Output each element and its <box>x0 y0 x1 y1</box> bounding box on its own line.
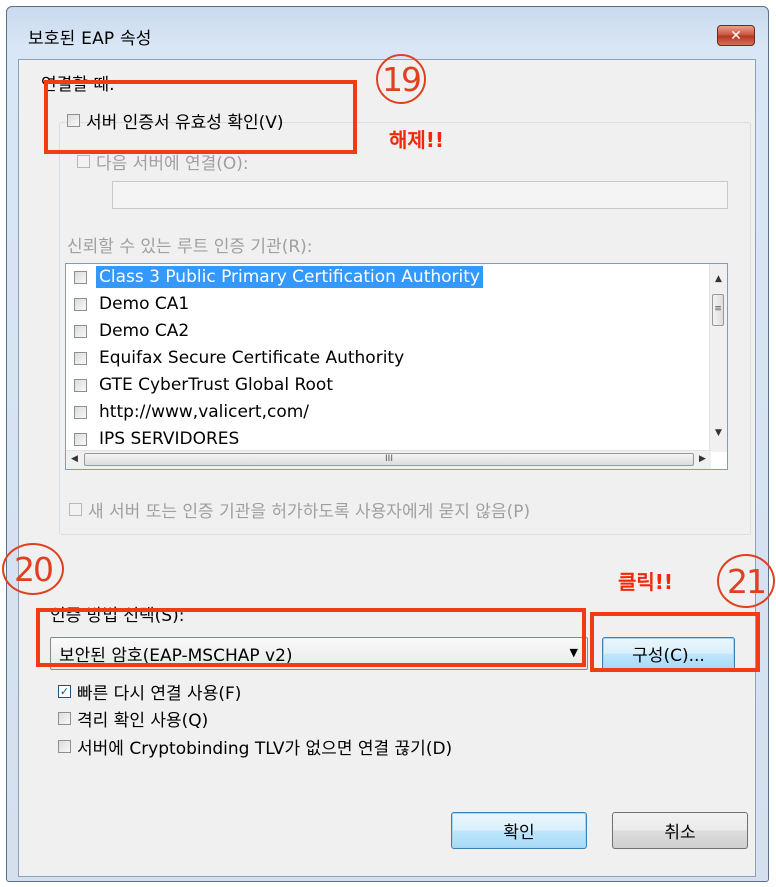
quarantine-checkbox[interactable]: 격리 확인 사용(Q) <box>58 706 208 731</box>
ca-label: IPS SERVIDORES <box>99 429 240 449</box>
scroll-down-icon[interactable]: ▼ <box>710 428 727 438</box>
list-item[interactable]: Class 3 Public Primary Certification Aut… <box>66 264 706 290</box>
dont-prompt-checkbox[interactable]: 새 서버 또는 인증 기관을 허가하도록 사용자에게 묻지 않음(P) <box>69 497 530 522</box>
title-bar: 보호된 EAP 속성 ✕ <box>7 7 768 59</box>
quarantine-label: 격리 확인 사용(Q) <box>77 711 209 731</box>
dont-prompt-label: 새 서버 또는 인증 기관을 허가하도록 사용자에게 묻지 않음(P) <box>88 502 531 522</box>
scroll-thumb-horizontal[interactable]: III <box>84 453 694 466</box>
step-21-marker: 21 <box>717 554 775 608</box>
annotation-box-19 <box>44 80 357 154</box>
list-item[interactable]: Demo CA1 <box>66 291 706 317</box>
list-item[interactable]: Equifax Secure Certificate Authority <box>66 345 706 371</box>
vertical-scrollbar[interactable]: ▲ ≡ ▼ <box>709 264 727 452</box>
step-19-marker: 19 <box>376 54 426 104</box>
close-button[interactable]: ✕ <box>717 25 755 46</box>
ca-listbox[interactable]: Class 3 Public Primary Certification Aut… <box>65 263 728 470</box>
step-21-note: 클릭!! <box>618 570 674 594</box>
quarantine-checkbox-box[interactable] <box>58 712 71 725</box>
step-19-note: 해제!! <box>389 128 445 152</box>
horizontal-scrollbar[interactable]: ◀ III ▶ <box>66 450 711 469</box>
fast-reconnect-checkbox[interactable]: ✓ 빠른 다시 연결 사용(F) <box>58 679 241 704</box>
ca-checkbox[interactable] <box>74 297 87 311</box>
cancel-button[interactable]: 취소 <box>612 812 748 849</box>
ca-label: Class 3 Public Primary Certification Aut… <box>96 266 483 288</box>
list-item[interactable]: IPS SERVIDORES <box>66 426 706 452</box>
ok-button-label: 확인 <box>503 823 535 843</box>
scroll-right-icon[interactable]: ▶ <box>694 454 711 464</box>
cryptobinding-checkbox[interactable]: 서버에 Cryptobinding TLV가 없으면 연결 끊기(D) <box>58 734 452 759</box>
ca-checkbox[interactable] <box>74 405 87 419</box>
ok-button[interactable]: 확인 <box>451 812 587 849</box>
cryptobinding-label: 서버에 Cryptobinding TLV가 없으면 연결 끊기(D) <box>77 739 453 759</box>
ca-label: GTE CyberTrust Global Root <box>99 375 333 395</box>
list-item[interactable]: http://www,valicert,com/ <box>66 399 706 425</box>
dialog-client-area: 연결할 때: 서버 인증서 유효성 확인(V) 다음 서버에 연결(O): 신뢰… <box>18 59 756 877</box>
step-20-marker: 20 <box>2 543 64 595</box>
dont-prompt-checkbox-box[interactable] <box>69 503 82 516</box>
ca-checkbox[interactable] <box>74 351 87 365</box>
connect-servers-checkbox-box[interactable] <box>77 155 90 168</box>
ca-label: Demo CA1 <box>99 294 190 314</box>
ca-checkbox[interactable] <box>74 432 87 446</box>
ca-checkbox[interactable] <box>74 270 87 284</box>
servers-input[interactable] <box>112 181 728 209</box>
ca-label: Demo CA2 <box>99 321 190 341</box>
cancel-button-label: 취소 <box>664 823 696 843</box>
checkmark-icon[interactable]: ✓ <box>58 685 71 698</box>
scroll-left-icon[interactable]: ◀ <box>66 454 83 464</box>
scroll-thumb-vertical[interactable]: ≡ <box>712 294 724 326</box>
list-item[interactable]: Demo CA2 <box>66 318 706 344</box>
close-icon: ✕ <box>730 27 742 44</box>
ca-checkbox[interactable] <box>74 324 87 338</box>
ca-label: http://www,valicert,com/ <box>99 402 310 422</box>
ca-label: Equifax Secure Certificate Authority <box>99 348 405 368</box>
cryptobinding-checkbox-box[interactable] <box>58 740 71 753</box>
scroll-up-icon[interactable]: ▲ <box>710 274 727 284</box>
list-item[interactable]: GTE CyberTrust Global Root <box>66 372 706 398</box>
fast-reconnect-label: 빠른 다시 연결 사용(F) <box>77 684 242 704</box>
trusted-root-label: 신뢰할 수 있는 루트 인증 기관(R): <box>67 237 313 257</box>
annotation-box-20 <box>36 608 586 667</box>
ca-checkbox[interactable] <box>74 378 87 392</box>
annotation-box-21 <box>590 612 760 672</box>
window-title: 보호된 EAP 속성 <box>28 29 152 49</box>
